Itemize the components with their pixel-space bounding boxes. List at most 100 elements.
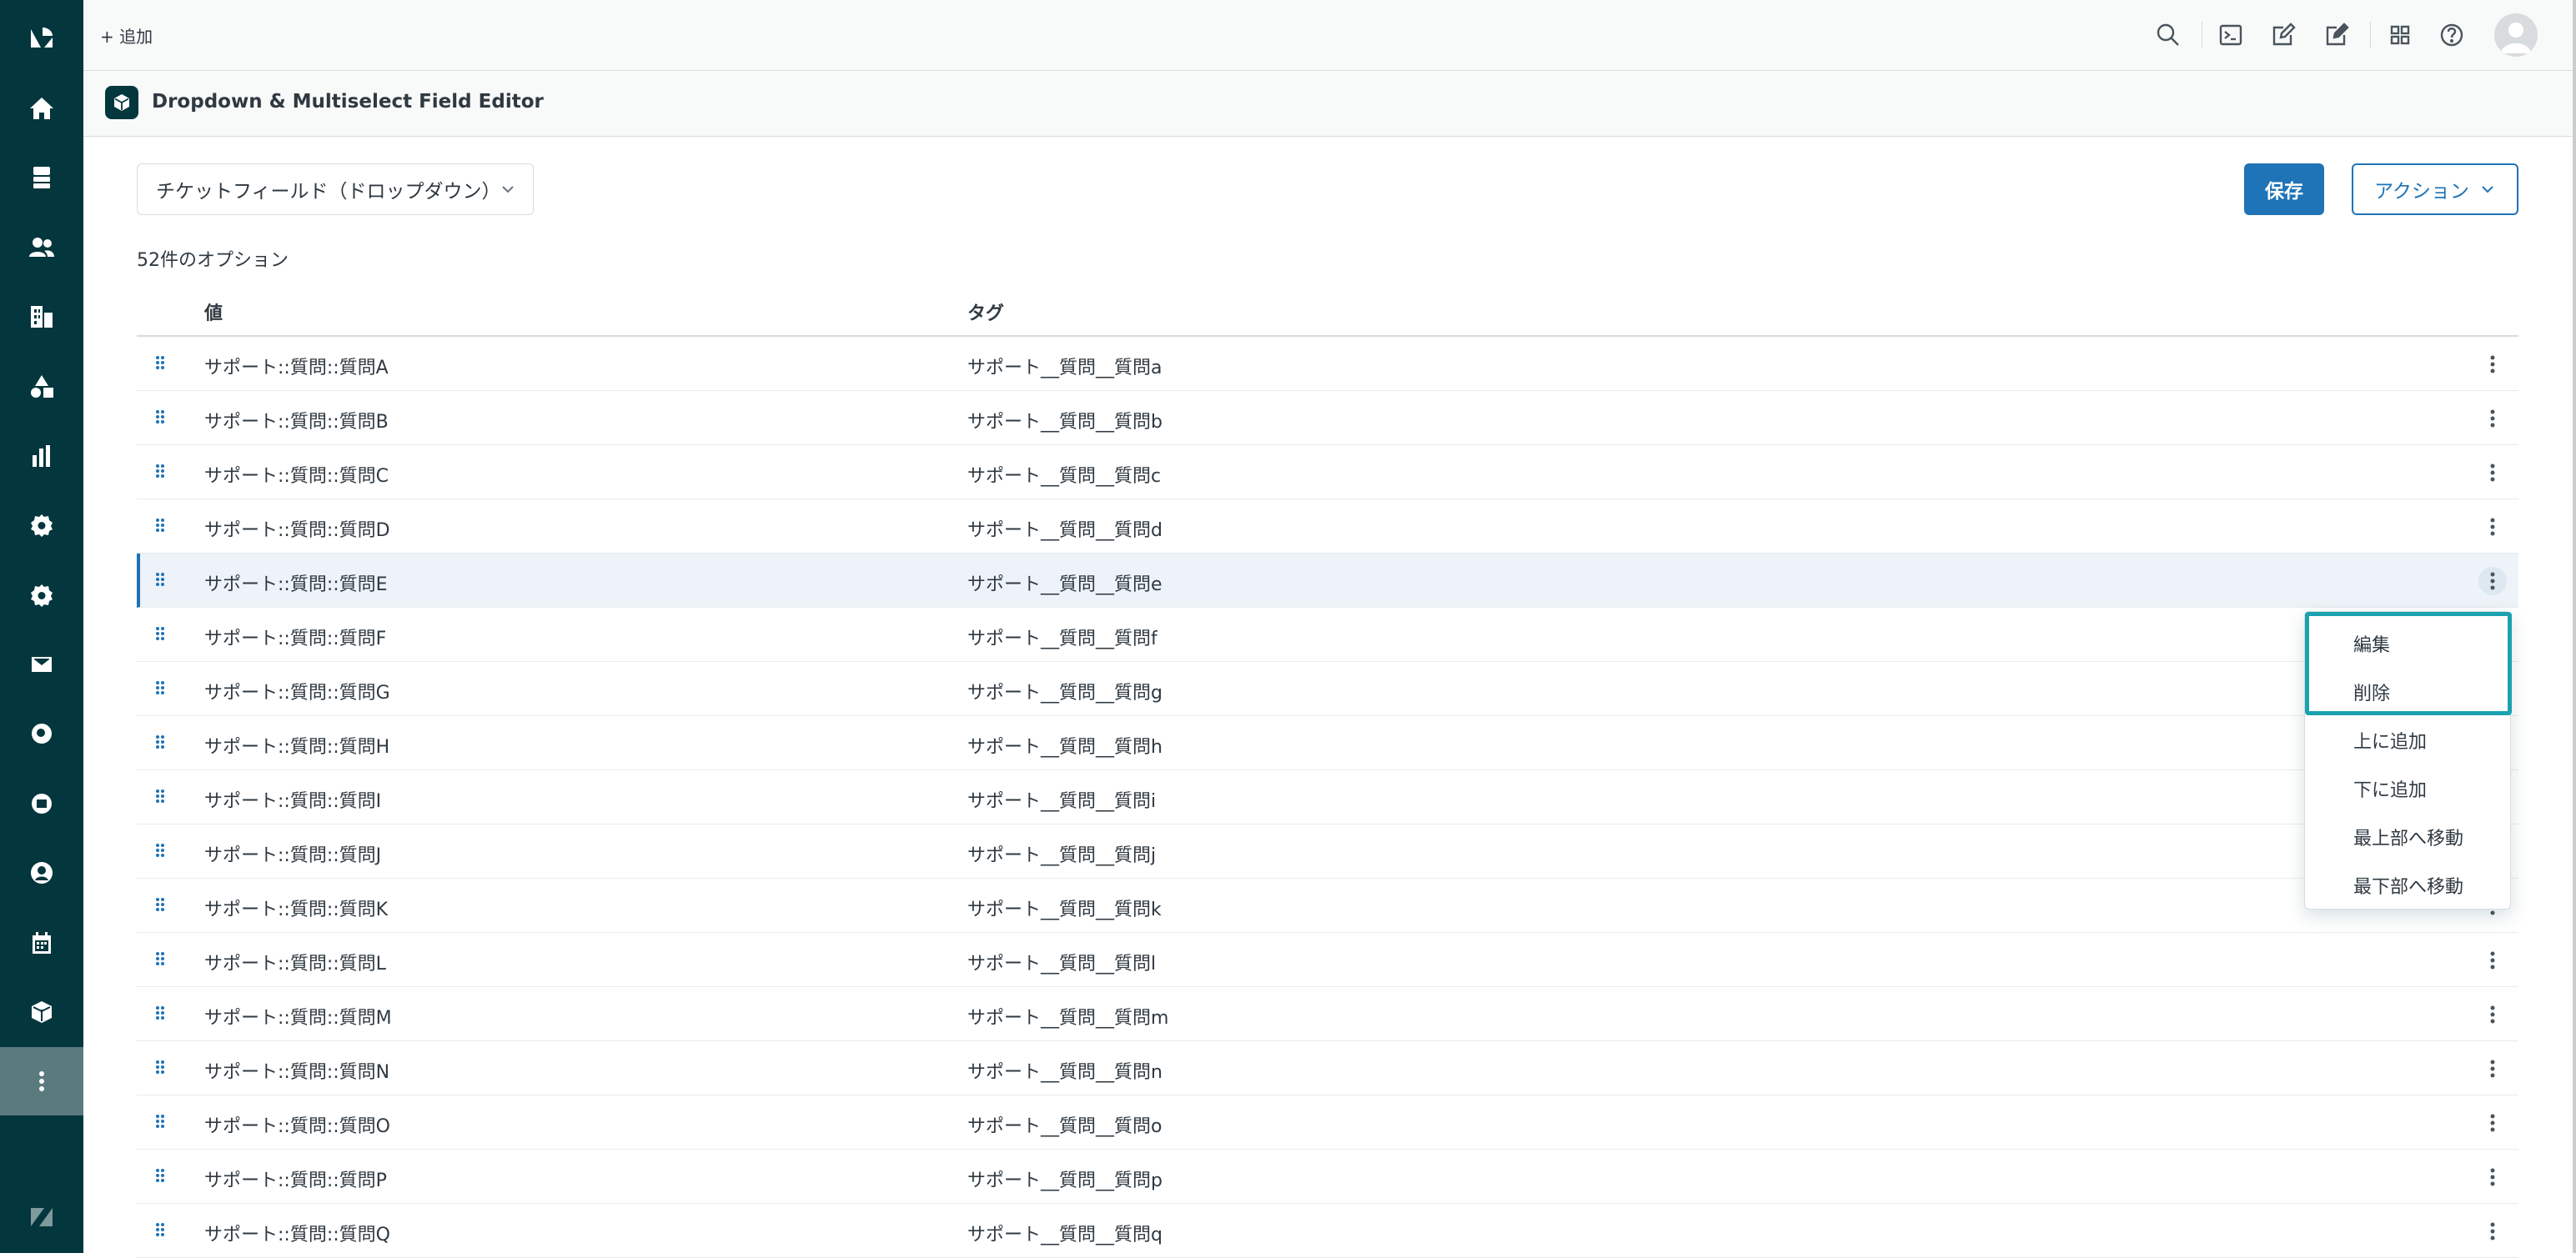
views-icon[interactable] — [0, 153, 83, 203]
compose-icon[interactable] — [2320, 18, 2353, 52]
row-menu-button[interactable] — [2478, 513, 2507, 541]
drag-handle-icon[interactable] — [153, 407, 167, 427]
kebab-icon — [2490, 355, 2495, 373]
table-row[interactable]: サポート::質問::質問H サポート__質問__質問h — [137, 716, 2518, 770]
search-icon[interactable] — [2152, 18, 2185, 52]
kebab-icon — [2490, 1005, 2495, 1024]
option-tag: サポート__質問__質問q — [967, 1225, 1162, 1245]
row-menu-button[interactable] — [2478, 1000, 2507, 1029]
app-icon[interactable] — [0, 779, 83, 829]
admin-icon[interactable] — [0, 500, 83, 550]
table-row[interactable]: サポート::質問::質問L サポート__質問__質問l — [137, 933, 2518, 987]
home-icon[interactable] — [0, 83, 83, 133]
drag-handle-icon[interactable] — [153, 1057, 167, 1077]
row-menu-button[interactable] — [2478, 1163, 2507, 1191]
drag-handle-icon[interactable] — [153, 840, 167, 860]
topbar: + 追加 — [83, 0, 2576, 71]
column-header-value: 値 — [204, 303, 223, 324]
edit-icon[interactable] — [2267, 18, 2300, 52]
table-row[interactable]: サポート::質問::質問E サポート__質問__質問e — [137, 554, 2518, 608]
table-row[interactable]: サポート::質問::質問A サポート__質問__質問a — [137, 337, 2518, 391]
table-row[interactable]: サポート::質問::質問P サポート__質問__質問p — [137, 1150, 2518, 1204]
settings-icon[interactable] — [0, 570, 83, 620]
row-menu-button[interactable] — [2478, 1055, 2507, 1083]
table-row[interactable]: サポート::質問::質問Q サポート__質問__質問q — [137, 1204, 2518, 1258]
table-row[interactable]: サポート::質問::質問B サポート__質問__質問b — [137, 391, 2518, 445]
row-menu-button[interactable] — [2478, 404, 2507, 433]
drag-handle-icon[interactable] — [153, 786, 167, 806]
organizations-icon[interactable] — [0, 292, 83, 342]
menu-item-add-above[interactable]: 上に追加 — [2353, 727, 2427, 754]
table-row[interactable]: サポート::質問::質問I サポート__質問__質問i — [137, 770, 2518, 824]
drag-handle-icon[interactable] — [153, 569, 167, 589]
terminal-icon[interactable] — [2214, 18, 2247, 52]
option-value: サポート::質問::質問I — [204, 791, 382, 812]
row-menu-button[interactable] — [2478, 946, 2507, 975]
drag-handle-icon[interactable] — [153, 678, 167, 698]
user-icon[interactable] — [0, 848, 83, 898]
app-title: Dropdown & Multiselect Field Editor — [152, 91, 544, 113]
mail-icon[interactable] — [0, 639, 83, 689]
field-select[interactable]: チケットフィールド（ドロップダウン） — [137, 163, 534, 215]
help-icon[interactable] — [2435, 18, 2468, 52]
table-row[interactable]: サポート::質問::質問M サポート__質問__質問m — [137, 987, 2518, 1041]
more-icon[interactable] — [0, 1047, 83, 1115]
option-tag: サポート__質問__質問c — [967, 466, 1162, 487]
reporting-icon[interactable] — [0, 431, 83, 481]
option-value: サポート::質問::質問D — [204, 520, 390, 541]
menu-item-move-bottom[interactable]: 最下部へ移動 — [2353, 872, 2463, 899]
option-value: サポート::質問::質問N — [204, 1062, 390, 1083]
table-row[interactable]: サポート::質問::質問N サポート__質問__質問n — [137, 1041, 2518, 1095]
option-value: サポート::質問::質問K — [204, 900, 389, 920]
customers-icon[interactable] — [0, 223, 83, 273]
save-button[interactable]: 保存 — [2244, 163, 2324, 215]
drag-handle-icon[interactable] — [153, 895, 167, 915]
table-row[interactable]: サポート::質問::質問D サポート__質問__質問d — [137, 499, 2518, 554]
drag-handle-icon[interactable] — [153, 1003, 167, 1023]
option-tag: サポート__質問__質問j — [967, 845, 1157, 866]
menu-item-add-below[interactable]: 下に追加 — [2353, 775, 2427, 802]
option-tag: サポート__質問__質問n — [967, 1062, 1162, 1083]
drag-handle-icon[interactable] — [153, 1220, 167, 1240]
calendar-icon[interactable] — [0, 918, 83, 968]
table-row[interactable]: サポート::質問::質問C サポート__質問__質問c — [137, 445, 2518, 499]
drag-handle-icon[interactable] — [153, 353, 167, 373]
avatar-icon[interactable] — [2494, 13, 2538, 57]
window-edge — [2573, 0, 2576, 1253]
zendesk-logo-icon[interactable] — [0, 12, 83, 62]
drag-handle-icon[interactable] — [153, 1111, 167, 1131]
apps-box-icon[interactable] — [0, 987, 83, 1037]
table-row[interactable]: サポート::質問::質問G サポート__質問__質問g — [137, 662, 2518, 716]
drag-handle-icon[interactable] — [153, 732, 167, 752]
option-tag: サポート__質問__質問h — [967, 737, 1162, 758]
drag-handle-icon[interactable] — [153, 515, 167, 535]
option-value: サポート::質問::質問Q — [204, 1225, 390, 1245]
field-select-value: チケットフィールド（ドロップダウン） — [156, 181, 501, 203]
action-button-label: アクション — [2374, 181, 2469, 203]
search-app-icon[interactable] — [0, 709, 83, 759]
drag-handle-icon[interactable] — [153, 1165, 167, 1185]
drag-handle-icon[interactable] — [153, 949, 167, 969]
objects-icon[interactable] — [0, 362, 83, 412]
action-button[interactable]: アクション — [2352, 163, 2518, 215]
row-menu-button[interactable] — [2478, 459, 2507, 487]
table-row[interactable]: サポート::質問::質問K サポート__質問__質問k — [137, 879, 2518, 933]
table-row[interactable]: サポート::質問::質問F サポート__質問__質問f — [137, 608, 2518, 662]
row-menu-button[interactable] — [2478, 567, 2507, 595]
row-menu-button[interactable] — [2478, 350, 2507, 378]
drag-handle-icon[interactable] — [153, 461, 167, 481]
add-button[interactable]: + 追加 — [100, 22, 153, 48]
grid-icon[interactable] — [2383, 18, 2417, 52]
option-value: サポート::質問::質問F — [204, 629, 387, 649]
option-value: サポート::質問::質問E — [204, 574, 388, 595]
row-menu-button[interactable] — [2478, 1217, 2507, 1245]
drag-handle-icon[interactable] — [153, 624, 167, 644]
option-value: サポート::質問::質問G — [204, 683, 390, 704]
table-row[interactable]: サポート::質問::質問J サポート__質問__質問j — [137, 824, 2518, 879]
menu-item-move-top[interactable]: 最上部へ移動 — [2353, 824, 2463, 850]
menu-item-edit[interactable]: 編集 — [2353, 630, 2390, 657]
column-header-tag: タグ — [967, 303, 1005, 324]
table-row[interactable]: サポート::質問::質問O サポート__質問__質問o — [137, 1095, 2518, 1150]
row-menu-button[interactable] — [2478, 1109, 2507, 1137]
menu-item-delete[interactable]: 削除 — [2353, 679, 2390, 705]
